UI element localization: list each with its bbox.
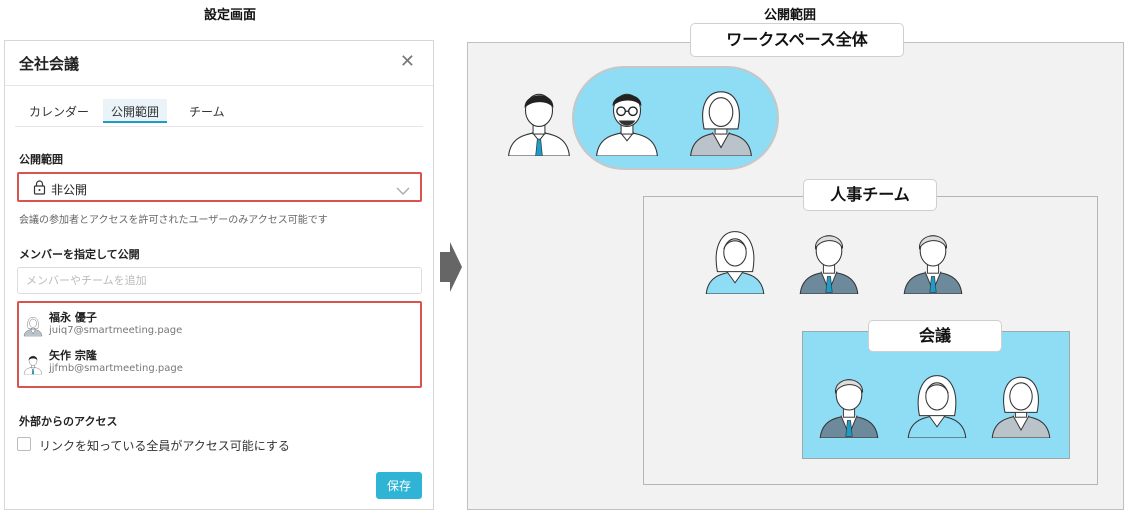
list-item-member[interactable]: 福永 優子 juiq7@smartmeeting.page xyxy=(19,307,419,345)
person-icon xyxy=(792,222,866,294)
avatar xyxy=(23,313,43,341)
settings-panel: 全社会議 ✕ カレンダー 公開範囲 チーム 公開範囲 非公開 会議の参加者とアク… xyxy=(4,40,434,510)
member-name: 福永 優子 xyxy=(49,311,97,324)
member-email: juiq7@smartmeeting.page xyxy=(49,325,183,336)
scope-caption: 公開範囲 xyxy=(763,8,816,23)
person-icon xyxy=(588,80,666,156)
avatar xyxy=(23,351,43,379)
panel-title: 全社会議 xyxy=(19,55,80,73)
tab-bar: カレンダー 公開範囲 チーム xyxy=(15,97,423,127)
header-divider xyxy=(5,85,433,86)
tab-visibility[interactable]: 公開範囲 xyxy=(103,99,168,123)
tab-calendar[interactable]: カレンダー xyxy=(21,103,97,127)
person-icon xyxy=(900,366,974,438)
link-access-label: リンクを知っている全員がアクセス可能にする xyxy=(39,439,290,453)
visibility-select[interactable]: 非公開 xyxy=(17,172,422,202)
list-item-member[interactable]: 矢作 宗隆 jjfmb@smartmeeting.page xyxy=(19,345,419,383)
workspace-label: ワークスペース全体 xyxy=(690,23,904,57)
member-list: 福永 優子 juiq7@smartmeeting.page 矢作 宗隆 jjfm… xyxy=(17,301,422,388)
meeting-label: 会議 xyxy=(868,320,1002,352)
settings-caption: 設定画面 xyxy=(203,8,256,23)
hr-team-label: 人事チーム xyxy=(803,179,937,211)
external-access-label: 外部からのアクセス xyxy=(19,415,118,428)
members-label: メンバーを指定して公開 xyxy=(19,248,140,261)
link-access-checkbox[interactable] xyxy=(17,437,31,451)
person-icon xyxy=(698,222,772,294)
visibility-value: 非公開 xyxy=(51,183,88,197)
visibility-label: 公開範囲 xyxy=(19,153,63,166)
member-name: 矢作 宗隆 xyxy=(49,349,97,362)
close-icon[interactable]: ✕ xyxy=(400,51,415,72)
person-icon xyxy=(682,80,760,156)
member-search-input[interactable] xyxy=(17,267,422,294)
chevron-down-icon xyxy=(396,181,410,200)
tab-team[interactable]: チーム xyxy=(181,103,233,127)
arrow-right-icon xyxy=(440,242,462,296)
person-icon xyxy=(500,80,578,156)
person-icon xyxy=(896,222,970,294)
lock-icon xyxy=(33,180,46,199)
visibility-helper-text: 会議の参加者とアクセスを許可されたユーザーのみアクセス可能です xyxy=(19,215,328,226)
person-icon xyxy=(984,366,1058,438)
member-email: jjfmb@smartmeeting.page xyxy=(49,363,183,374)
person-icon xyxy=(812,366,886,438)
save-button[interactable]: 保存 xyxy=(376,472,422,499)
